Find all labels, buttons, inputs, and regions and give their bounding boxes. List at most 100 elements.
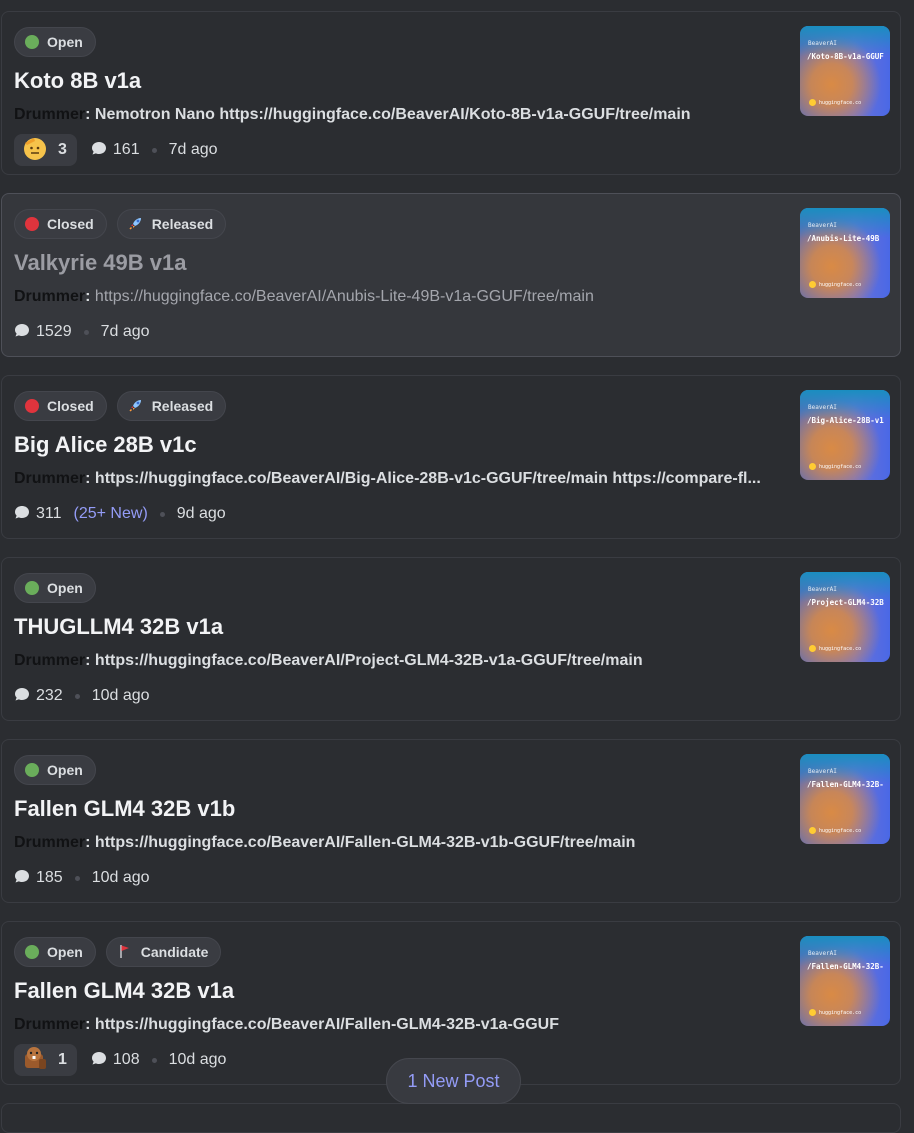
post-tag[interactable]: Closed bbox=[14, 391, 107, 421]
post-snippet: Drummer: https://huggingface.co/BeaverAI… bbox=[14, 834, 636, 851]
new-replies-count: (25+ New) bbox=[73, 505, 148, 522]
thumbnail-path: /Anubis-Lite-49B bbox=[807, 234, 880, 243]
post-card[interactable]: Closed Released Valkyrie 49B v1a Drummer: h… bbox=[1, 193, 901, 357]
thumbnail-brand: BeaverAI bbox=[808, 586, 837, 593]
reply-bubble-icon bbox=[14, 686, 30, 707]
post-tag[interactable]: Released bbox=[116, 209, 227, 239]
open-status-icon bbox=[25, 763, 39, 777]
reply-count: 185 bbox=[36, 869, 63, 886]
post-thumbnail[interactable]: BeaverAI/Fallen-GLM4-32B-huggingface.co bbox=[800, 936, 890, 1026]
post-tag[interactable]: Candidate bbox=[105, 937, 222, 967]
post-snippet: Drummer: https://huggingface.co/BeaverAI… bbox=[14, 288, 594, 305]
thumbnail-path: /Koto-8B-v1a-GGUF bbox=[807, 52, 884, 61]
post-card[interactable]: Open THUGLLM4 32B v1a Drummer: https://hug… bbox=[1, 557, 901, 721]
open-status-icon bbox=[25, 35, 39, 49]
post-tag[interactable]: Released bbox=[116, 391, 227, 421]
separator-dot bbox=[159, 511, 165, 517]
reply-count: 232 bbox=[36, 687, 63, 704]
post-tags: Open Candidate bbox=[14, 937, 222, 967]
post-thumbnail[interactable]: BeaverAI/Anubis-Lite-49B huggingface.co bbox=[800, 208, 890, 298]
post-thumbnail[interactable]: BeaverAI/Koto-8B-v1a-GGUF huggingface.co bbox=[800, 26, 890, 116]
hugging-face-icon bbox=[809, 99, 816, 106]
post-title: Fallen GLM4 32B v1b bbox=[14, 796, 236, 821]
post-tag[interactable]: Open bbox=[14, 573, 96, 603]
thumbnail-footer: huggingface.co bbox=[819, 827, 862, 834]
post-age: 7d ago bbox=[100, 323, 150, 340]
post-snippet: Drummer: https://huggingface.co/BeaverAI… bbox=[14, 1016, 559, 1033]
rocket-icon bbox=[128, 215, 144, 234]
closed-status-icon bbox=[25, 399, 39, 413]
thumbnail-footer: huggingface.co bbox=[819, 1009, 862, 1016]
rocket-icon bbox=[128, 397, 144, 416]
post-snippet: Drummer: https://huggingface.co/BeaverAI… bbox=[14, 470, 761, 487]
post-body: https://huggingface.co/BeaverAI/Fallen-G… bbox=[94, 1016, 559, 1033]
post-tag-label: Open bbox=[47, 944, 83, 960]
post-meta: 185 10d ago bbox=[14, 862, 150, 894]
post-age: 10d ago bbox=[91, 869, 150, 886]
post-tag-label: Closed bbox=[47, 216, 94, 232]
post-tag-label: Open bbox=[47, 34, 83, 50]
post-card[interactable]: Open Fallen GLM4 32B v1b Drummer: https://… bbox=[1, 739, 901, 903]
reaction-button[interactable]: 3 bbox=[14, 134, 77, 166]
post-meta: 1529 7d ago bbox=[14, 316, 150, 348]
reply-bubble-icon bbox=[14, 868, 30, 889]
reply-count: 161 bbox=[112, 141, 140, 158]
thumbnail-path: /Fallen-GLM4-32B- bbox=[807, 780, 884, 789]
post-thumbnail[interactable]: BeaverAI/Project-GLM4-32B huggingface.co bbox=[800, 572, 890, 662]
post-author: Drummer bbox=[14, 652, 86, 669]
hugging-face-icon bbox=[809, 645, 816, 652]
thumbnail-brand: BeaverAI bbox=[808, 222, 837, 229]
reaction-button[interactable]: 1 bbox=[14, 1044, 77, 1076]
separator-dot bbox=[151, 147, 157, 153]
reaction-count: 1 bbox=[58, 1051, 67, 1068]
post-title: Fallen GLM4 32B v1a bbox=[14, 978, 235, 1003]
separator-dot bbox=[151, 1057, 157, 1063]
post-author: Drummer bbox=[14, 106, 86, 123]
thumbnail-footer: huggingface.co bbox=[819, 645, 862, 652]
post-thumbnail[interactable]: BeaverAI/Big-Alice-28B-v1 huggingface.co bbox=[800, 390, 890, 480]
post-card-partial[interactable] bbox=[1, 1103, 901, 1133]
post-thumbnail[interactable]: BeaverAI/Fallen-GLM4-32B-huggingface.co bbox=[800, 754, 890, 844]
post-tag-label: Candidate bbox=[140, 944, 209, 960]
post-card[interactable]: Open Koto 8B v1a Drummer: Nemotron Nano ht… bbox=[1, 11, 901, 175]
post-body: https://huggingface.co/BeaverAI/Big-Alic… bbox=[94, 470, 761, 487]
post-meta: 1 108 10d ago bbox=[14, 1044, 226, 1076]
post-tag[interactable]: Open bbox=[14, 755, 96, 785]
thumbnail-brand: BeaverAI bbox=[808, 404, 837, 411]
post-card[interactable]: Closed Released Big Alice 28B v1c Drummer: … bbox=[1, 375, 901, 539]
thumbnail-path: /Big-Alice-28B-v1 bbox=[807, 416, 884, 425]
reply-count: 108 bbox=[112, 1051, 140, 1068]
post-age: 7d ago bbox=[168, 141, 218, 158]
post-meta: 232 10d ago bbox=[14, 680, 150, 712]
post-tag-label: Open bbox=[47, 580, 83, 596]
post-meta: 3 161 7d ago bbox=[14, 134, 218, 166]
post-tag-label: Released bbox=[151, 216, 214, 232]
post-author: Drummer bbox=[14, 834, 86, 851]
thumbnail-footer: huggingface.co bbox=[819, 99, 862, 106]
post-tag[interactable]: Open bbox=[14, 27, 96, 57]
post-snippet: Drummer: https://huggingface.co/BeaverAI… bbox=[14, 652, 643, 669]
reply-bubble-icon bbox=[91, 140, 107, 161]
post-age: 10d ago bbox=[168, 1051, 227, 1068]
thumbnail-brand: BeaverAI bbox=[808, 40, 837, 47]
post-tags: Closed Released bbox=[14, 391, 227, 421]
flag-icon bbox=[117, 943, 133, 962]
reply-count: 1529 bbox=[36, 323, 72, 340]
open-status-icon bbox=[25, 581, 39, 595]
thumbnail-brand: BeaverAI bbox=[808, 768, 837, 775]
post-tag-label: Open bbox=[47, 762, 83, 778]
reaction-count: 3 bbox=[58, 141, 67, 158]
post-tags: Open bbox=[14, 27, 96, 57]
post-meta: 311 (25+ New) 9d ago bbox=[14, 498, 226, 530]
post-tag[interactable]: Open bbox=[14, 937, 96, 967]
post-author: Drummer bbox=[14, 1016, 86, 1033]
post-body: https://huggingface.co/BeaverAI/Anubis-L… bbox=[94, 288, 594, 305]
post-tag[interactable]: Closed bbox=[14, 209, 107, 239]
thumbnail-path: /Fallen-GLM4-32B- bbox=[807, 962, 884, 971]
closed-status-icon bbox=[25, 217, 39, 231]
post-title: Koto 8B v1a bbox=[14, 68, 142, 93]
hugging-face-icon bbox=[809, 1009, 816, 1016]
new-posts-button[interactable]: 1 New Post bbox=[386, 1058, 521, 1104]
post-body: https://huggingface.co/BeaverAI/Fallen-G… bbox=[94, 834, 636, 851]
beaver-icon bbox=[22, 1045, 48, 1076]
